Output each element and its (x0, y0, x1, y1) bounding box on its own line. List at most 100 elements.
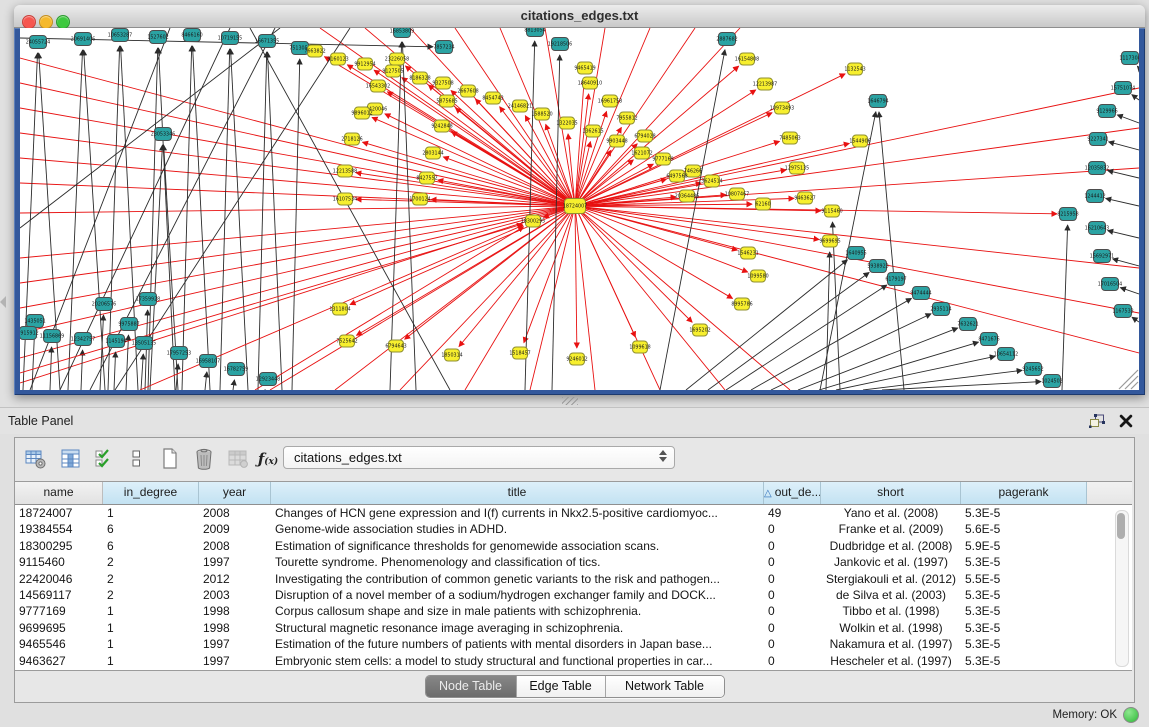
table-row[interactable]: 1830029562008Estimation of significance … (15, 538, 1132, 554)
function-builder-icon[interactable]: ƒ(x) (255, 446, 281, 472)
table-settings-icon[interactable] (23, 446, 49, 472)
graph-edge[interactable] (575, 206, 577, 348)
table-cell-title[interactable]: Changes of HCN gene expression and I(f) … (271, 505, 764, 521)
column-header-title[interactable]: title (271, 482, 764, 504)
graph-edge[interactable] (575, 206, 725, 390)
graph-edge[interactable] (114, 352, 116, 390)
table-cell-out_degree[interactable]: 0 (764, 521, 821, 537)
table-row[interactable]: 1872400712008Changes of HCN gene express… (15, 505, 1132, 521)
table-cell-pagerank[interactable]: 5.3E-5 (961, 505, 1087, 521)
table-cell-short[interactable]: Nakamura et al. (1997) (821, 636, 961, 652)
graph-edge[interactable] (1108, 171, 1139, 178)
graph-edge[interactable] (575, 206, 1139, 353)
graph-edge[interactable] (20, 206, 575, 308)
graph-edge[interactable] (220, 49, 230, 390)
table-row[interactable]: 946554611997Estimation of the future num… (15, 636, 1132, 652)
graph-edge[interactable] (50, 347, 52, 390)
table-cell-title[interactable]: Disruption of a novel member of a sodium… (271, 587, 764, 603)
table-cell-pagerank[interactable]: 5.3E-5 (961, 653, 1087, 669)
table-cell-out_degree[interactable]: 0 (764, 603, 821, 619)
graph-edge[interactable] (726, 285, 887, 390)
memory-status-indicator[interactable] (1123, 707, 1139, 723)
tab-edge-table[interactable]: Edge Table (517, 676, 606, 697)
graph-edge[interactable] (575, 90, 756, 206)
table-cell-in_degree[interactable]: 2 (103, 571, 199, 587)
graph-edge[interactable] (771, 314, 931, 390)
table-cell-out_degree[interactable]: 0 (764, 653, 821, 669)
table-cell-title[interactable]: Tourette syndrome. Phenomenology and cla… (271, 554, 764, 570)
table-cell-title[interactable]: Estimation of the future numbers of pati… (271, 636, 764, 652)
table-cell-short[interactable]: Jankovic et al. (1997) (821, 554, 961, 570)
graph-edge[interactable] (20, 206, 575, 258)
window-resize-grip[interactable] (1119, 370, 1138, 389)
table-cell-pagerank[interactable]: 5.3E-5 (961, 620, 1087, 636)
table-row[interactable]: 969969511998Structural magnetic resonanc… (15, 620, 1132, 636)
graph-edge[interactable] (1062, 225, 1068, 390)
column-header-pagerank[interactable]: pagerank (961, 482, 1087, 504)
graph-edge[interactable] (751, 298, 911, 390)
table-cell-year[interactable]: 1998 (199, 620, 271, 636)
table-cell-short[interactable]: Yano et al. (2008) (821, 505, 961, 521)
table-cell-name[interactable]: 22420046 (15, 571, 103, 587)
table-cell-year[interactable]: 1998 (199, 603, 271, 619)
clear-selection-icon[interactable] (123, 446, 149, 472)
column-header-short[interactable]: short (821, 482, 961, 504)
graph-edge[interactable] (159, 48, 175, 390)
close-panel-icon[interactable] (1119, 414, 1133, 428)
table-cell-out_degree[interactable]: 0 (764, 636, 821, 652)
graph-edge[interactable] (708, 272, 869, 390)
table-row[interactable]: 977716911998Corpus callosum shape and si… (15, 603, 1132, 619)
graph-edge[interactable] (826, 252, 830, 390)
graph-edge[interactable] (20, 58, 575, 206)
graph-edge[interactable] (267, 52, 282, 390)
graph-edge[interactable] (575, 206, 737, 250)
graph-edge[interactable] (1106, 198, 1139, 206)
graph-edge[interactable] (1137, 66, 1139, 68)
table-cell-name[interactable]: 18300295 (15, 538, 103, 554)
table-cell-year[interactable]: 1997 (199, 636, 271, 652)
graph-edge[interactable] (575, 206, 819, 240)
graph-edge[interactable] (233, 380, 234, 390)
graph-edge[interactable] (356, 206, 575, 335)
citation-network-graph[interactable]: 2405572420691406106532871527602846616010… (20, 28, 1139, 390)
table-cell-name[interactable]: 9115460 (15, 554, 103, 570)
graph-edge[interactable] (660, 50, 725, 390)
table-row[interactable]: 2242004622012Investigating the contribut… (15, 571, 1132, 587)
graph-edge[interactable] (20, 206, 575, 358)
table-cell-short[interactable]: de Silva et al. (2003) (821, 587, 961, 603)
table-cell-pagerank[interactable]: 5.5E-5 (961, 571, 1087, 587)
graph-edge[interactable] (193, 46, 210, 390)
table-cell-short[interactable]: Wolkin et al. (1998) (821, 620, 961, 636)
table-cell-short[interactable]: Hescheler et al. (1997) (821, 653, 961, 669)
table-cell-out_degree[interactable]: 0 (764, 571, 821, 587)
show-hide-columns-icon[interactable] (58, 446, 84, 472)
table-cell-title[interactable]: Structural magnetic resonance image aver… (271, 620, 764, 636)
table-cell-name[interactable]: 19384554 (15, 521, 103, 537)
column-header-in_degree[interactable]: in_degree (103, 482, 199, 504)
table-cell-name[interactable]: 9463627 (15, 653, 103, 669)
table-cell-pagerank[interactable]: 5.6E-5 (961, 521, 1087, 537)
column-header-year[interactable]: year (199, 482, 271, 504)
table-cell-title[interactable]: Genome-wide association studies in ADHD. (271, 521, 764, 537)
create-new-table-icon[interactable] (157, 446, 183, 472)
graph-edge[interactable] (292, 59, 300, 390)
table-cell-pagerank[interactable]: 5.3E-5 (961, 554, 1087, 570)
graph-edge[interactable] (1132, 317, 1139, 322)
table-cell-title[interactable]: Embryonic stem cells: a model to study s… (271, 653, 764, 669)
graph-edge[interactable] (81, 350, 83, 390)
tab-network-table[interactable]: Network Table (606, 676, 724, 697)
graph-edge[interactable] (575, 206, 1057, 214)
table-row[interactable]: 1938455462009Genome-wide association stu… (15, 521, 1132, 537)
table-cell-year[interactable]: 1997 (199, 653, 271, 669)
table-cell-in_degree[interactable]: 6 (103, 538, 199, 554)
table-row[interactable]: 1456911722003Disruption of a novel membe… (15, 587, 1132, 603)
table-cell-pagerank[interactable]: 5.3E-5 (961, 636, 1087, 652)
graph-edge[interactable] (882, 382, 1041, 390)
graph-edge[interactable] (1132, 95, 1139, 100)
table-cell-year[interactable]: 2012 (199, 571, 271, 587)
table-cell-in_degree[interactable]: 1 (103, 653, 199, 669)
table-cell-name[interactable]: 9465546 (15, 636, 103, 652)
table-cell-year[interactable]: 1997 (199, 554, 271, 570)
table-cell-in_degree[interactable]: 6 (103, 521, 199, 537)
table-cell-in_degree[interactable]: 1 (103, 636, 199, 652)
